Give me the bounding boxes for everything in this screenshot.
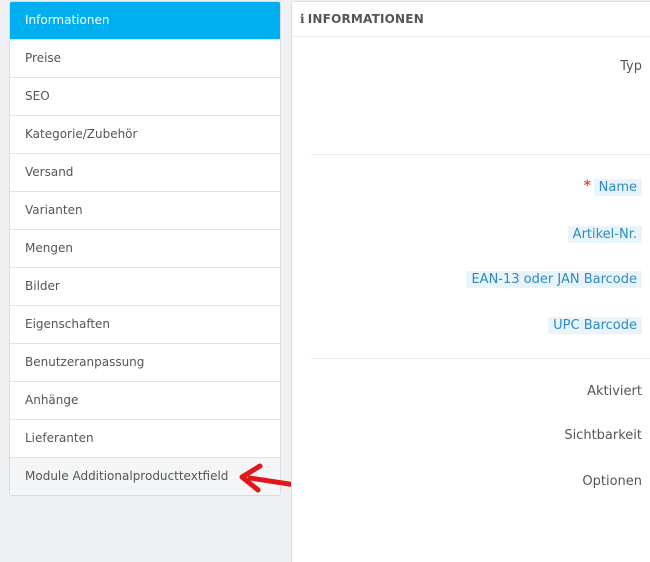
- tab-informationen[interactable]: Informationen: [10, 2, 280, 39]
- panel-heading: i INFORMATIONEN: [292, 2, 650, 37]
- tab-seo[interactable]: SEO: [10, 77, 280, 115]
- required-asterisk: *: [583, 178, 591, 194]
- label-optionen: Optionen: [582, 474, 642, 489]
- divider: [311, 154, 650, 155]
- tab-varianten[interactable]: Varianten: [10, 191, 280, 229]
- tab-mengen[interactable]: Mengen: [10, 229, 280, 267]
- tab-versand[interactable]: Versand: [10, 153, 280, 191]
- info-icon: i: [300, 12, 305, 26]
- tab-eigenschaften[interactable]: Eigenschaften: [10, 305, 280, 343]
- tab-preise[interactable]: Preise: [10, 39, 280, 77]
- divider: [311, 358, 650, 359]
- tab-benutzeranpassung[interactable]: Benutzeranpassung: [10, 343, 280, 381]
- tab-bilder[interactable]: Bilder: [10, 267, 280, 305]
- label-artikel-nr[interactable]: Artikel-Nr.: [567, 226, 642, 243]
- product-tabs-sidebar: Informationen Preise SEO Kategorie/Zubeh…: [9, 1, 281, 496]
- label-typ: Typ: [620, 59, 642, 74]
- label-sichtbarkeit: Sichtbarkeit: [564, 428, 642, 443]
- tab-kategorie-zubehoer[interactable]: Kategorie/Zubehör: [10, 115, 280, 153]
- informationen-panel: i INFORMATIONEN Typ * Name Artikel-Nr. EA…: [291, 1, 650, 562]
- label-aktiviert: Aktiviert: [587, 384, 642, 399]
- tab-anhaenge[interactable]: Anhänge: [10, 381, 280, 419]
- label-upc-barcode[interactable]: UPC Barcode: [548, 317, 642, 334]
- tab-lieferanten[interactable]: Lieferanten: [10, 419, 280, 457]
- label-name[interactable]: Name: [593, 179, 642, 196]
- label-ean-13-jan-barcode[interactable]: EAN-13 oder JAN Barcode: [466, 271, 642, 288]
- panel-title: INFORMATIONEN: [307, 12, 424, 26]
